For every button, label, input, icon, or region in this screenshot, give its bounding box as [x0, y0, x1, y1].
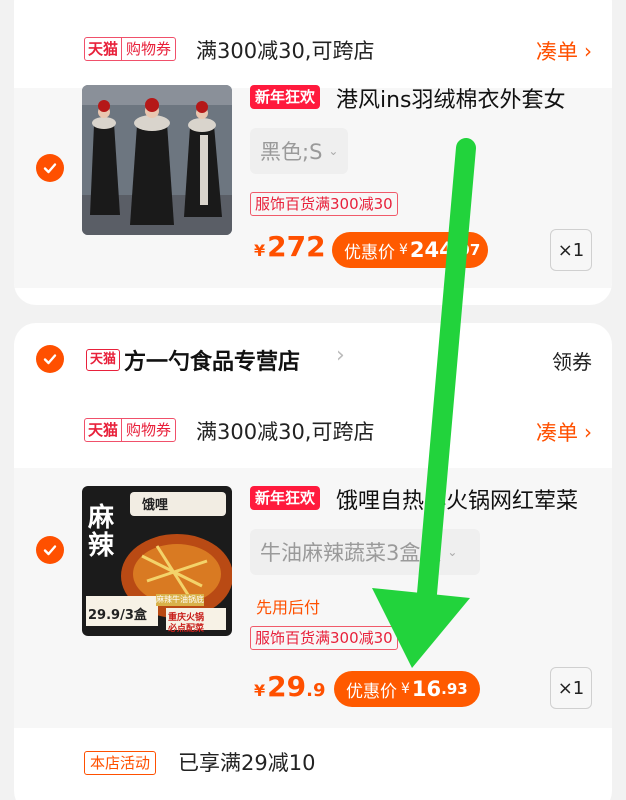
sku-selector[interactable]: 牛油麻辣蔬菜3盒装 ⌄ — [250, 529, 480, 575]
discount-int: 16 — [411, 677, 442, 701]
price: ¥272 — [254, 230, 326, 263]
discount-price-pill: 优惠价 ¥16.93 — [334, 671, 480, 707]
cart-item: 麻辣 饿哩 29.9/3盒 麻辣牛油锅底 重庆火锅 必点配菜 新年狂欢 饿哩自热… — [14, 468, 612, 728]
sku-label: 牛油麻辣蔬菜3盒装 — [260, 541, 442, 565]
discount-label: 优惠价 — [346, 681, 397, 702]
tmall-label: 天猫 — [85, 419, 123, 441]
promo-text: 满300减30,可跨店 — [196, 420, 375, 444]
promo-tag: 服饰百货满300减30 — [250, 626, 398, 650]
product-title[interactable]: 港风ins羽绒棉衣外套女 — [336, 82, 606, 114]
cart-item: 新年狂欢 港风ins羽绒棉衣外套女 黑色;S ⌄ 服饰百货满300减30 ¥27… — [14, 85, 612, 288]
product-image-text: 麻辣 — [88, 503, 115, 561]
promo-text: 满300减30,可跨店 — [196, 39, 375, 63]
discount-dec: .97 — [453, 241, 481, 259]
discount-currency: ¥ — [399, 242, 408, 258]
coudan-link[interactable]: 凑单 › — [536, 417, 592, 447]
coudan-link[interactable]: 凑单 › — [536, 36, 592, 66]
coupon-tag: 天猫 购物券 — [84, 37, 177, 61]
select-checkbox[interactable] — [36, 154, 64, 182]
promo-row[interactable]: 天猫 购物券 满300减30,可跨店 凑单 › — [14, 403, 612, 453]
chevron-right-icon: › — [584, 420, 592, 444]
shop-select-checkbox[interactable] — [36, 345, 64, 373]
brand-label: 饿哩 — [142, 498, 169, 513]
quantity-button[interactable]: ×1 — [550, 667, 592, 709]
shopping-coupon-label: 购物券 — [126, 421, 172, 439]
coudan-label: 凑单 — [536, 40, 578, 64]
product-photo-coat — [82, 85, 232, 235]
chevron-down-icon: ⌄ — [328, 144, 339, 158]
price-int: 272 — [267, 230, 326, 263]
price-int: 29 — [267, 670, 307, 703]
cart-shop-card: 天猫 方一勺食品专营店 › 领券 天猫 购物券 满300减30,可跨店 凑单 › — [14, 323, 612, 800]
new-year-badge: 新年狂欢 — [250, 85, 321, 109]
product-image[interactable]: 麻辣 饿哩 29.9/3盒 麻辣牛油锅底 重庆火锅 必点配菜 — [82, 486, 232, 636]
promo-row[interactable]: 天猫 购物券 满300减30,可跨店 凑单 › — [14, 22, 612, 72]
price: ¥29.9 — [254, 670, 325, 703]
check-icon — [43, 163, 57, 174]
check-icon — [43, 354, 57, 365]
discount-price-pill: 优惠价 ¥244.97 — [332, 232, 488, 268]
image-price-label: 29.9/3盒 — [88, 608, 147, 623]
quantity-button[interactable]: ×1 — [550, 229, 592, 271]
sku-label: 黑色;S — [260, 140, 323, 164]
discount-label: 优惠价 — [344, 242, 395, 263]
discount-dec: .93 — [441, 680, 468, 698]
shop-name[interactable]: 方一勺食品专营店 — [124, 344, 300, 376]
image-sub-label: 必点配菜 — [168, 624, 205, 634]
coudan-label: 凑单 — [536, 421, 578, 445]
promo-tag: 服饰百货满300减30 — [250, 192, 398, 216]
chevron-right-icon: › — [584, 39, 592, 63]
shopping-coupon-label: 购物券 — [126, 40, 172, 58]
chevron-down-icon: ⌄ — [447, 545, 458, 559]
chevron-right-icon: › — [336, 343, 345, 368]
store-activity-text: 已享满29减10 — [178, 751, 316, 775]
cart-shop-card: 天猫 购物券 满300减30,可跨店 凑单 › 新年狂欢 港风ins羽绒棉衣外套… — [14, 0, 612, 305]
get-coupon-button[interactable]: 领券 — [552, 346, 592, 375]
tmall-label: 天猫 — [85, 38, 123, 60]
pay-later-label: 先用后付 — [256, 598, 321, 617]
price-dec: .9 — [306, 680, 326, 701]
check-icon — [43, 545, 57, 556]
sku-selector[interactable]: 黑色;S ⌄ — [250, 128, 349, 174]
product-image[interactable] — [82, 85, 232, 235]
shop-header: 天猫 方一勺食品专营店 › 领券 — [14, 323, 612, 393]
price-currency: ¥ — [254, 681, 266, 700]
coupon-tag: 天猫 购物券 — [84, 418, 177, 442]
image-sub-label: 麻辣牛油锅底 — [156, 595, 204, 604]
discount-int: 244 — [409, 238, 454, 262]
tmall-logo-icon: 天猫 — [86, 349, 121, 371]
select-checkbox[interactable] — [36, 536, 64, 564]
product-title[interactable]: 饿哩自热小火锅网红荤菜 — [336, 483, 606, 515]
discount-currency: ¥ — [401, 681, 410, 697]
price-currency: ¥ — [254, 241, 266, 260]
new-year-badge: 新年狂欢 — [250, 486, 321, 510]
store-activity-tag: 本店活动 — [84, 751, 157, 775]
